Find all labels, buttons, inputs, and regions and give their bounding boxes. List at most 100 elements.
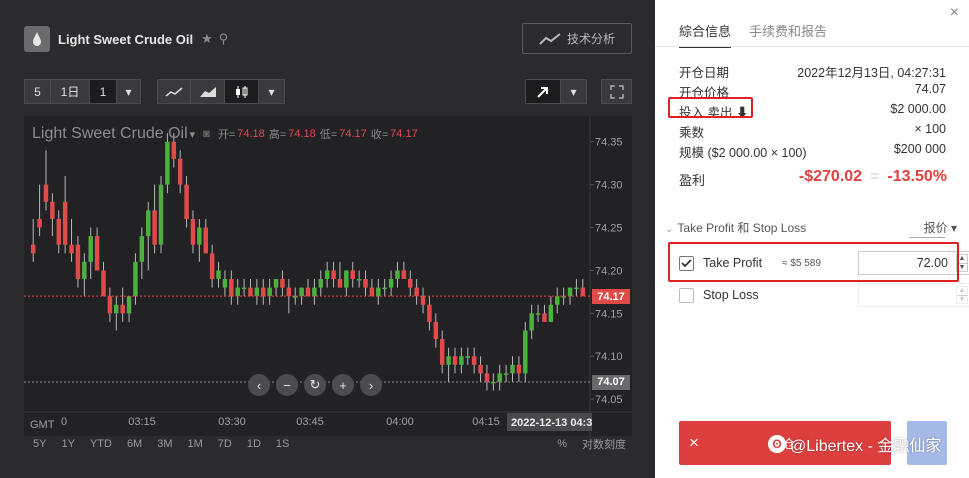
draw-dropdown-button[interactable]: ▾: [561, 79, 587, 104]
candle-body: [43, 184, 49, 202]
stop-loss-input[interactable]: ▲ ▼: [858, 283, 969, 307]
range-5y[interactable]: 5Y: [33, 438, 46, 450]
chevron-down-icon: ▾: [125, 84, 132, 99]
info-row-size: 规模 ($2 000.00 × 100) $200 000: [679, 142, 946, 161]
search-icon[interactable]: ⚲: [219, 31, 229, 47]
candle-body: [363, 279, 368, 288]
candle-body: [439, 339, 445, 365]
candle-body: [203, 227, 208, 254]
candle-body: [152, 210, 157, 245]
range-ytd[interactable]: YTD: [90, 438, 112, 450]
close-icon: ×: [689, 433, 699, 452]
candle-body: [299, 287, 304, 297]
low-value: 74.17: [339, 128, 367, 140]
range-1y[interactable]: 1Y: [61, 438, 74, 450]
candle-body: [542, 313, 547, 322]
watermark: ʘ @Libertex - 金融仙家: [768, 432, 941, 456]
stop-loss-stepper[interactable]: ▲ ▼: [956, 286, 968, 304]
x-tick-label: 03:30: [218, 416, 246, 428]
trend-line-icon: [539, 32, 561, 45]
price-chart[interactable]: 74.35 74.30 74.25 74.20 74.15 74.10 74.05 0 03:1…: [24, 116, 632, 436]
candlestick-chart-svg: 74.35 74.30 74.25 74.20 74.15 74.10 74.05 0 03:1…: [24, 116, 632, 436]
favorite-star-icon[interactable]: ★: [201, 31, 213, 47]
tech-analysis-button[interactable]: 技术分析: [522, 23, 632, 54]
stepper-down-icon[interactable]: ▼: [957, 294, 967, 304]
info-value: $2 000.00: [890, 102, 946, 116]
y-tick-label: 74.10: [595, 351, 623, 363]
candle-body: [395, 270, 400, 280]
log-scale-toggle[interactable]: 对数刻度: [582, 436, 626, 452]
chart-zoom-out-button[interactable]: −: [276, 374, 298, 396]
tpsl-title-text: Take Profit 和 Stop Loss: [677, 221, 807, 235]
chevron-down-icon: ⌄: [665, 224, 674, 235]
pnl-label: 盈利: [679, 173, 706, 188]
interval-1d-button[interactable]: 1日: [51, 79, 90, 104]
range-6m[interactable]: 6M: [127, 438, 142, 450]
interval-5-button[interactable]: 5: [24, 79, 51, 104]
tab-info[interactable]: 綜合信息: [679, 21, 732, 48]
candle-body: [446, 356, 451, 365]
candle-body: [427, 304, 432, 322]
interval-1-button[interactable]: 1: [90, 79, 117, 104]
candle-body: [318, 279, 324, 288]
chart-title: Light Sweet Crude Oil: [32, 125, 188, 142]
range-3m[interactable]: 3M: [157, 438, 172, 450]
range-7d[interactable]: 7D: [218, 438, 232, 450]
chart-type-toolbar: ▾: [157, 79, 285, 104]
high-label: 高=: [268, 129, 287, 141]
info-row-open-date: 开仓日期 2022年12月13日, 04:27:31: [679, 62, 946, 81]
line-chart-button[interactable]: [157, 79, 191, 104]
price-mode-dropdown[interactable]: 报价 ▾: [924, 219, 957, 236]
candle-body: [216, 270, 221, 280]
candle-body: [184, 184, 189, 219]
candle-body: [382, 287, 387, 290]
candle-body: [408, 279, 413, 288]
percent-scale-toggle[interactable]: %: [557, 438, 567, 450]
range-1m[interactable]: 1M: [188, 438, 203, 450]
info-value: $200 000: [893, 142, 946, 156]
chart-reset-button[interactable]: ↻: [304, 374, 326, 396]
camera-icon[interactable]: ◙: [203, 128, 210, 140]
candle-body: [280, 279, 285, 288]
close-value: 74.17: [390, 128, 418, 140]
chart-next-button[interactable]: ›: [360, 374, 382, 396]
candle-body: [69, 244, 74, 254]
candle-body: [62, 201, 68, 245]
candle-body: [241, 287, 247, 290]
area-chart-button[interactable]: [191, 79, 225, 104]
candle-body: [555, 296, 560, 305]
high-value: 74.18: [288, 128, 316, 140]
draw-arrow-button[interactable]: [525, 79, 561, 104]
stop-loss-checkbox[interactable]: [679, 287, 694, 303]
candle-body: [452, 356, 458, 365]
candle-body: [261, 287, 266, 297]
line-chart-icon: [165, 86, 183, 97]
interval-dropdown-button[interactable]: ▾: [117, 79, 141, 104]
position-panel: 綜合信息 手续费和报告 × 开仓日期 2022年12月13日, 04:27:31…: [655, 0, 969, 478]
area-chart-icon: [199, 86, 216, 97]
stepper-up-icon[interactable]: ▲: [957, 287, 967, 295]
tpsl-title[interactable]: ⌄ Take Profit 和 Stop Loss: [665, 219, 806, 236]
candle-chart-button[interactable]: [225, 79, 259, 104]
pnl-values: -$270.02 = -13.50%: [799, 168, 947, 186]
candle-body: [350, 270, 355, 280]
candle-body: [535, 313, 541, 315]
info-label: 规模 ($2 000.00 × 100): [679, 146, 807, 160]
candle-body: [139, 236, 145, 262]
candle-body: [503, 373, 509, 375]
candle-body: [497, 373, 502, 382]
range-1d[interactable]: 1D: [247, 438, 261, 450]
range-1s[interactable]: 1S: [276, 438, 289, 450]
chart-type-dropdown-button[interactable]: ▾: [259, 79, 285, 104]
candle-body: [165, 141, 170, 185]
open-price-tag: 74.07: [592, 374, 630, 390]
tab-fees[interactable]: 手续费和报告: [749, 21, 827, 48]
fullscreen-button[interactable]: [601, 79, 632, 104]
weibo-logo-icon: ʘ: [768, 435, 786, 453]
x-tick-label: 04:15: [472, 416, 500, 428]
close-icon[interactable]: ×: [950, 4, 959, 22]
candle-body: [356, 279, 362, 281]
chart-prev-button[interactable]: ‹: [248, 374, 270, 396]
chevron-down-icon[interactable]: ▾: [190, 128, 196, 141]
chart-zoom-in-button[interactable]: +: [332, 374, 354, 396]
